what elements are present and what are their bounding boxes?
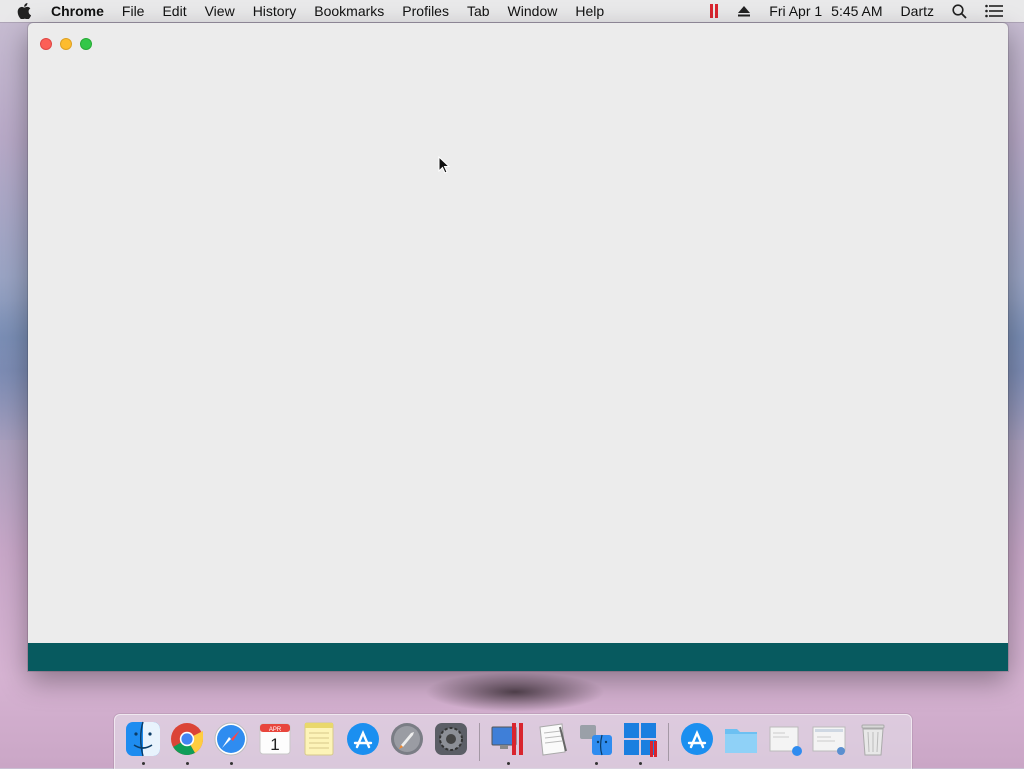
launchpad-icon[interactable]	[388, 721, 426, 767]
menu-time[interactable]: 5:45 AM	[831, 0, 891, 22]
spotlight-search-icon[interactable]	[943, 0, 976, 22]
zoom-button[interactable]	[80, 38, 92, 50]
folder-icon[interactable]	[722, 721, 760, 767]
finder-icon[interactable]	[124, 721, 162, 767]
notes-icon[interactable]	[300, 721, 338, 767]
menu-user[interactable]: Dartz	[892, 0, 943, 22]
menu-bar: Chrome File Edit View History Bookmarks …	[0, 0, 1024, 22]
textedit-icon[interactable]	[533, 721, 571, 767]
notification-center-icon[interactable]	[976, 0, 1012, 22]
app-store-downloads-icon[interactable]	[678, 721, 716, 767]
migration-assistant-icon[interactable]	[577, 721, 615, 767]
window-controls	[40, 38, 92, 50]
windows-vm-icon[interactable]	[621, 721, 659, 767]
mouse-cursor-icon	[438, 156, 451, 174]
calendar-month: APR	[269, 727, 282, 733]
chrome-icon[interactable]	[168, 721, 206, 767]
apple-icon[interactable]	[14, 3, 34, 19]
screenshot-document-icon[interactable]	[810, 721, 848, 767]
calendar-icon[interactable]: APR 1	[256, 721, 294, 767]
window-footer-bar	[28, 643, 1008, 671]
menu-bookmarks[interactable]: Bookmarks	[305, 0, 393, 22]
chrome-window	[28, 23, 1008, 671]
safari-icon[interactable]	[212, 721, 250, 767]
menu-edit[interactable]: Edit	[153, 0, 195, 22]
dock-separator	[479, 723, 480, 761]
app-store-icon[interactable]	[344, 721, 382, 767]
menu-profiles[interactable]: Profiles	[393, 0, 458, 22]
calendar-day: 1	[270, 735, 279, 754]
dock: APR 1	[114, 714, 912, 769]
dock-separator	[668, 723, 669, 761]
menu-tab[interactable]: Tab	[458, 0, 499, 22]
trash-icon[interactable]	[854, 721, 892, 767]
system-preferences-icon[interactable]	[432, 721, 470, 767]
menu-view[interactable]: View	[196, 0, 244, 22]
menu-help[interactable]: Help	[566, 0, 613, 22]
menu-app-name[interactable]: Chrome	[42, 0, 113, 22]
parallels-desktop-icon[interactable]	[489, 721, 527, 767]
parallels-icon[interactable]	[700, 0, 728, 22]
wallpaper-dark-shape	[425, 672, 605, 712]
menu-window[interactable]: Window	[499, 0, 567, 22]
close-button[interactable]	[40, 38, 52, 50]
eject-icon[interactable]	[728, 0, 760, 22]
safari-document-icon[interactable]	[766, 721, 804, 767]
menu-date[interactable]: Fri Apr 1	[760, 0, 831, 22]
menu-history[interactable]: History	[244, 0, 306, 22]
minimize-button[interactable]	[60, 38, 72, 50]
menu-file[interactable]: File	[113, 0, 154, 22]
